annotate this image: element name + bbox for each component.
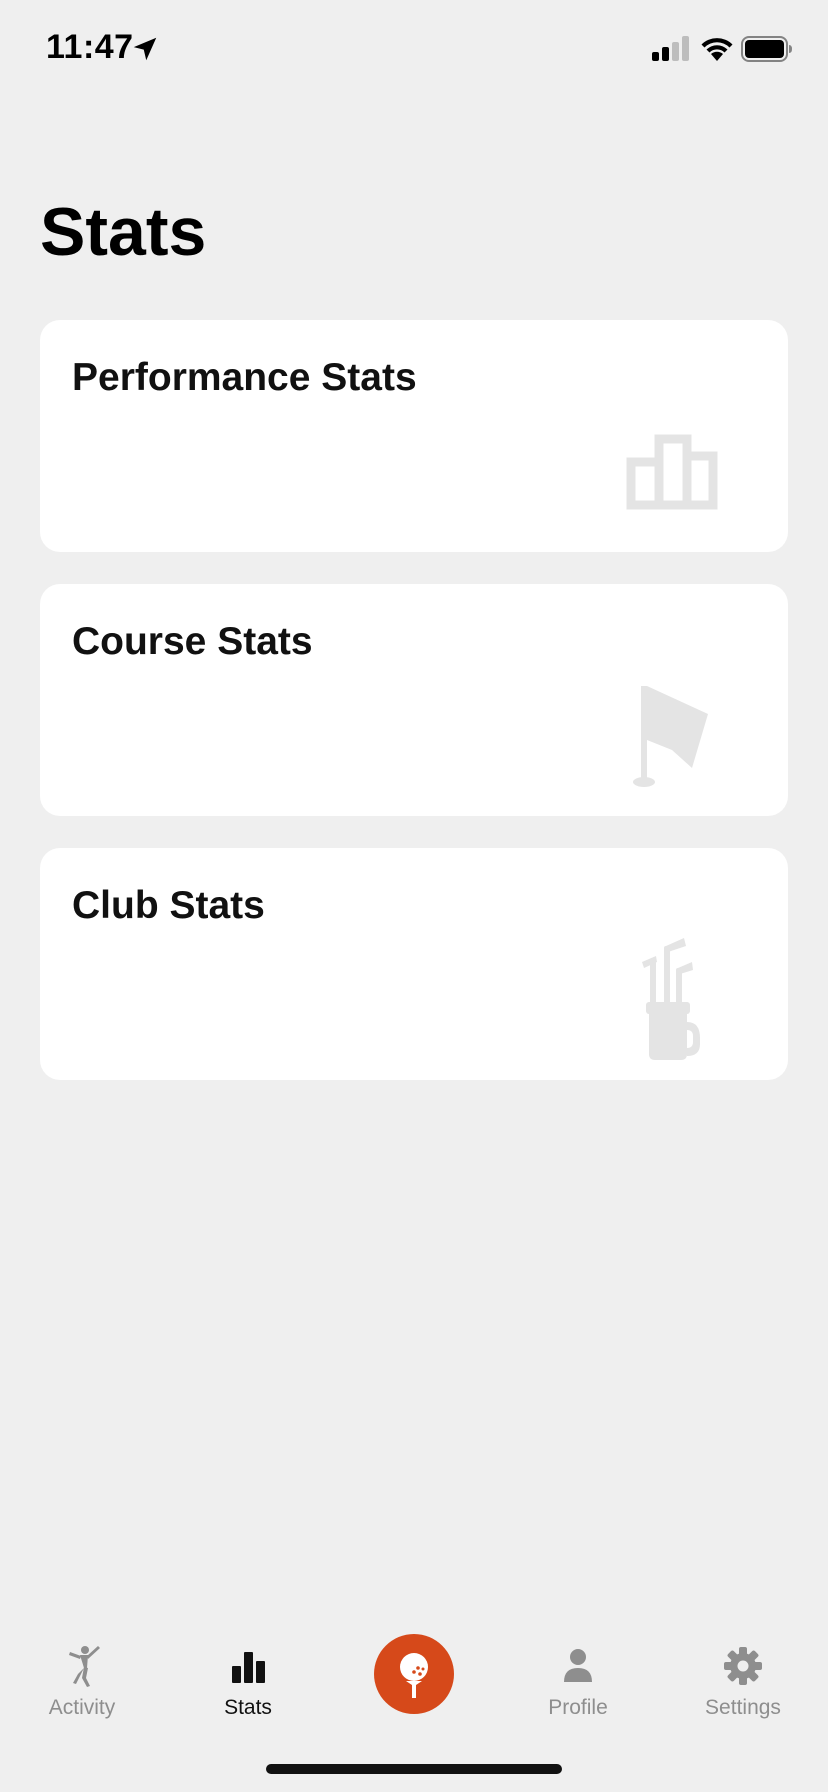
tab-label: Stats bbox=[224, 1696, 272, 1719]
home-indicator bbox=[266, 1764, 562, 1774]
card-title: Club Stats bbox=[72, 884, 265, 927]
card-title: Performance Stats bbox=[72, 356, 417, 399]
card-title: Course Stats bbox=[72, 620, 313, 663]
tab-label: Activity bbox=[48, 1696, 116, 1719]
tab-label: Profile bbox=[548, 1696, 608, 1719]
performance-stats-card[interactable]: Performance Stats bbox=[40, 320, 788, 552]
tab-stats[interactable]: Stats bbox=[178, 1610, 318, 1730]
tab-settings[interactable]: Settings bbox=[673, 1610, 813, 1730]
status-time: 11:47 bbox=[46, 28, 134, 66]
bar-chart-icon bbox=[232, 1652, 265, 1683]
wifi-icon bbox=[701, 38, 733, 61]
golf-bag-icon bbox=[642, 938, 700, 1060]
flag-icon bbox=[633, 686, 708, 787]
tab-profile[interactable]: Profile bbox=[508, 1610, 648, 1730]
status-bar: 11:47 bbox=[0, 0, 828, 100]
cellular-signal-icon bbox=[652, 36, 689, 61]
stats-screen: 11:47 Stats Performance Stats Course Sta… bbox=[0, 0, 828, 1792]
gear-icon bbox=[724, 1647, 762, 1685]
tab-label: Settings bbox=[705, 1696, 781, 1719]
club-stats-card[interactable]: Club Stats bbox=[40, 848, 788, 1080]
location-arrow-icon bbox=[133, 37, 157, 61]
start-round-button[interactable] bbox=[374, 1634, 454, 1714]
tab-activity[interactable]: Activity bbox=[12, 1610, 152, 1730]
course-stats-card[interactable]: Course Stats bbox=[40, 584, 788, 816]
golf-ball-tee-icon bbox=[400, 1653, 428, 1698]
golfer-icon bbox=[69, 1646, 100, 1687]
person-icon bbox=[564, 1649, 592, 1682]
page-title: Stats bbox=[40, 194, 207, 270]
battery-icon bbox=[741, 36, 792, 62]
podium-icon bbox=[626, 434, 718, 510]
